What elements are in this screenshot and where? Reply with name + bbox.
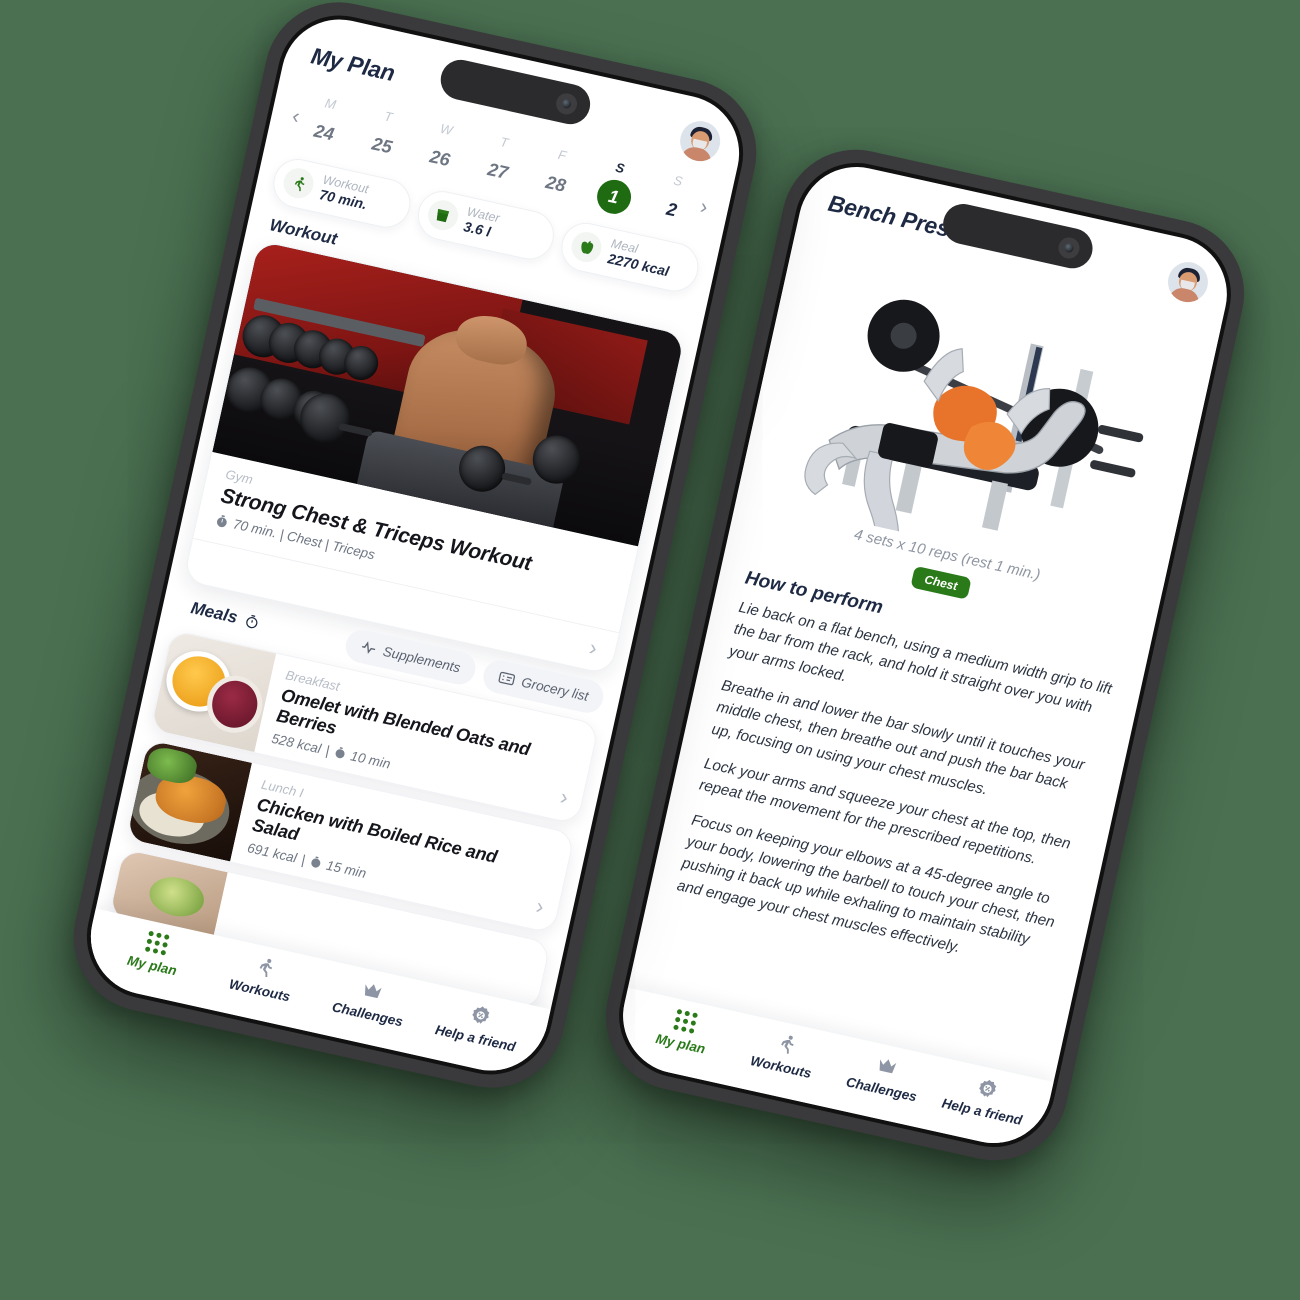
day-of-week: T	[498, 134, 510, 151]
running-icon	[252, 954, 278, 980]
calendar-day[interactable]: T 25	[360, 105, 409, 166]
tab-label: Workouts	[227, 976, 292, 1005]
page-title: My Plan	[308, 41, 398, 86]
tab-workouts[interactable]: Workouts	[216, 947, 309, 1007]
stopwatch-icon	[311, 856, 321, 868]
running-icon	[280, 165, 317, 202]
calendar-next-icon[interactable]: ›	[694, 195, 714, 219]
meal-time: 10 min	[349, 747, 392, 772]
day-of-week: F	[556, 146, 568, 164]
calendar-day-selected[interactable]: S 1	[591, 157, 640, 218]
meals-title-text: Meals	[189, 598, 240, 628]
front-camera-icon	[1056, 235, 1082, 261]
chip-label: Grocery list	[520, 674, 591, 704]
day-number: 25	[370, 133, 394, 158]
tab-label: My plan	[125, 952, 179, 979]
avatar[interactable]	[1164, 258, 1212, 306]
tab-help-a-friend[interactable]: Help a friend	[432, 995, 525, 1055]
meal-meta-divider: |	[299, 851, 307, 868]
day-number: 24	[312, 120, 337, 145]
front-camera-icon	[554, 90, 580, 116]
running-icon	[773, 1031, 799, 1057]
bottom-tab-bar: My plan Workouts Challenges Help a frien…	[611, 987, 1054, 1155]
day-number: 28	[543, 171, 568, 196]
stopwatch-icon	[217, 514, 227, 527]
meal-time: 15 min	[324, 857, 368, 881]
meal-thumbnail	[150, 630, 277, 752]
tab-label: Help a friend	[940, 1095, 1024, 1128]
day-number: 2	[664, 198, 679, 221]
tab-label: Challenges	[844, 1074, 919, 1105]
calendar-day[interactable]: S 2	[649, 169, 698, 230]
calendar-prev-icon[interactable]: ‹	[286, 104, 306, 128]
stopwatch-icon	[246, 614, 258, 628]
calendar-day[interactable]: T 27	[476, 131, 525, 192]
crown-icon	[873, 1053, 899, 1079]
badge-gift-icon	[974, 1076, 1000, 1102]
chevron-right-icon[interactable]: ›	[587, 634, 600, 660]
tab-workouts[interactable]: Workouts	[737, 1024, 830, 1084]
chip-label: Supplements	[381, 643, 462, 676]
badge-gift-icon	[467, 1002, 493, 1028]
meal-meta-divider: |	[324, 742, 331, 758]
calendar-day[interactable]: M 24	[302, 92, 351, 153]
tab-my-plan[interactable]: My plan	[108, 924, 201, 983]
meal-thumbnail	[126, 739, 253, 862]
tab-label: Challenges	[330, 999, 405, 1030]
day-number: 26	[428, 146, 452, 171]
day-of-week: T	[382, 108, 394, 125]
water-glass-icon	[424, 197, 461, 234]
day-of-week: S	[614, 159, 626, 177]
apple-icon	[568, 229, 605, 266]
crown-icon	[360, 978, 386, 1004]
day-of-week: S	[672, 172, 684, 190]
grid-dots-icon	[144, 930, 170, 956]
grid-dots-icon	[673, 1008, 699, 1034]
tab-label: My plan	[654, 1031, 707, 1057]
tab-label: Help a friend	[433, 1022, 517, 1055]
tab-my-plan[interactable]: My plan	[637, 1002, 730, 1061]
tab-challenges[interactable]: Challenges	[838, 1046, 931, 1106]
activity-pulse-icon	[361, 641, 376, 654]
section-title-meals: Meals	[183, 597, 262, 633]
list-card-icon	[498, 671, 515, 685]
calendar-day[interactable]: F 28	[534, 144, 583, 205]
avatar[interactable]	[676, 117, 725, 166]
stopwatch-icon	[335, 747, 345, 759]
calendar-day[interactable]: W 26	[418, 118, 467, 179]
day-of-week: M	[323, 95, 338, 113]
tab-label: Workouts	[748, 1053, 813, 1082]
tab-challenges[interactable]: Challenges	[324, 971, 417, 1031]
mockup-stage: Bench Press 4 sets x 10 reps (rest 1 min…	[0, 0, 1300, 1300]
tab-help-a-friend[interactable]: Help a friend	[938, 1069, 1031, 1129]
day-number: 27	[485, 159, 510, 184]
day-of-week: W	[438, 120, 454, 139]
day-number: 1	[593, 176, 635, 218]
